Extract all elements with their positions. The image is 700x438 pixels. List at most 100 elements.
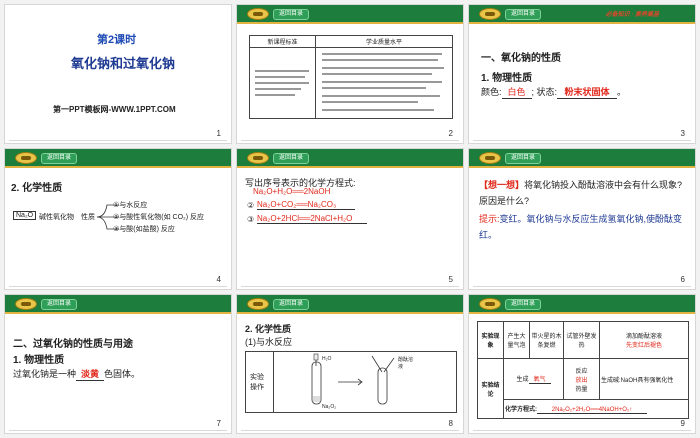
table-cell bbox=[249, 47, 316, 119]
back-to-contents-button[interactable]: 返回目录 bbox=[505, 153, 541, 164]
slide-number: 7 bbox=[216, 419, 221, 428]
slide-number: 1 bbox=[216, 129, 221, 138]
section-tag: 必备知识 · 素养奠基 bbox=[605, 12, 659, 18]
experiment-box: 实验操作 H₂O Na₂O₂ 酚酞溶液 bbox=[245, 351, 457, 413]
row-label: 实验结论 bbox=[477, 358, 504, 419]
back-to-contents-button[interactable]: 返回目录 bbox=[41, 299, 77, 310]
sodium-peroxide-label: Na₂O₂ bbox=[322, 404, 337, 410]
question-block: 【想一想】将氧化钠投入酚酞溶液中会有什么现象?原因是什么? bbox=[479, 177, 689, 209]
footer-line bbox=[473, 286, 691, 287]
equation-3: Na₂O+2HCl══2NaCl+H₂O bbox=[257, 214, 367, 224]
back-to-contents-button[interactable]: 返回目录 bbox=[273, 299, 309, 310]
slide-6[interactable]: 返回目录 【想一想】将氧化钠投入酚酞溶液中会有什么现象?原因是什么? 提示:变红… bbox=[468, 148, 696, 290]
header-bar: 返回目录 bbox=[237, 5, 463, 24]
slide-8[interactable]: 返回目录 2. 化学性质 (1)与水反应 实验操作 H₂O Na₂O₂ 酚酞溶液… bbox=[236, 294, 464, 434]
back-to-contents-button[interactable]: 返回目录 bbox=[505, 9, 541, 20]
row-label: 实验现象 bbox=[477, 320, 504, 360]
header-bar: 返回目录 bbox=[469, 149, 695, 168]
property-line: 颜色: 白色; 状态: 粉末状固体。 bbox=[481, 85, 626, 99]
logo-icon bbox=[247, 8, 269, 20]
section-heading: 二、过氧化钠的性质与用途 bbox=[13, 339, 133, 350]
property-line: 过氧化钠是一种 淡黄 色固体。 bbox=[13, 367, 140, 381]
observation-answer: 先变红后褪色 bbox=[625, 343, 662, 350]
subsection-heading: 1. 物理性质 bbox=[481, 73, 533, 84]
hint-tag: 提示: bbox=[479, 214, 500, 224]
header-bar: 返回目录 bbox=[5, 295, 231, 314]
slide-9[interactable]: 返回目录 实验现象 产生大量气泡 带火星的木条复燃 试管外壁发热 滴加酚酞溶液 … bbox=[468, 294, 696, 434]
back-to-contents-button[interactable]: 返回目录 bbox=[273, 9, 309, 20]
header-bar: 返回目录 bbox=[237, 149, 463, 168]
reaction-heading: (1)与水反应 bbox=[245, 337, 292, 347]
conclusion-cell: 生成碱:NaOH具有强氧化性 bbox=[599, 358, 689, 401]
property-label: 性质 bbox=[81, 214, 95, 221]
conclusion-cell: 反应 放出 热量 bbox=[563, 358, 600, 401]
watermark-text: 第一PPT模板网-WWW.1PPT.COM bbox=[53, 105, 176, 114]
lesson-title: 第2课时 bbox=[97, 34, 137, 46]
back-to-contents-button[interactable]: 返回目录 bbox=[41, 153, 77, 164]
slide-number: 9 bbox=[680, 419, 685, 428]
slide-7[interactable]: 返回目录 二、过氧化钠的性质与用途 1. 物理性质 过氧化钠是一种 淡黄 色固体。 … bbox=[4, 294, 232, 434]
conclusion-text: 反应 bbox=[575, 368, 588, 375]
equation-2: Na₂O+CO₂══Na₂CO₃ bbox=[257, 200, 355, 210]
standards-table: 新课程标准 学业质量水平 bbox=[249, 35, 453, 119]
slide-number: 6 bbox=[680, 275, 685, 284]
results-table: 实验现象 产生大量气泡 带火星的木条复燃 试管外壁发热 滴加酚酞溶液 先变红后褪… bbox=[477, 320, 689, 419]
slide-thumbnail-grid: 第2课时 氧化钠和过氧化钠 第一PPT模板网-WWW.1PPT.COM 1 返回… bbox=[0, 0, 700, 438]
footer-line bbox=[9, 140, 227, 141]
header-bar: 返回目录 bbox=[5, 149, 231, 168]
observation-cell: 带火星的木条复燃 bbox=[529, 320, 564, 360]
water-label: H₂O bbox=[322, 356, 332, 362]
branch-acidic-oxide: ②与酸性氧化物(如 CO₂) 反应 bbox=[113, 214, 205, 221]
class-label: 碱性氧化物 bbox=[39, 214, 74, 221]
table-cell bbox=[315, 47, 453, 119]
header-bar: 返回目录 bbox=[237, 295, 463, 314]
equation-label: 化学方程式: bbox=[505, 407, 537, 414]
color-answer: 淡黄 bbox=[76, 367, 105, 381]
observation-cell: 滴加酚酞溶液 先变红后褪色 bbox=[599, 320, 689, 360]
logo-icon bbox=[247, 298, 269, 310]
footer-line bbox=[241, 140, 459, 141]
section-heading: 一、氧化钠的性质 bbox=[481, 53, 561, 64]
conclusion-answer: 放出 bbox=[575, 377, 588, 384]
period: 。 bbox=[617, 87, 627, 97]
subsection-heading: 2. 化学性质 bbox=[11, 183, 63, 194]
slide-3[interactable]: 返回目录 必备知识 · 素养奠基 一、氧化钠的性质 1. 物理性质 颜色: 白色;… bbox=[468, 4, 696, 144]
sentence-start: 过氧化钠是一种 bbox=[13, 369, 77, 379]
logo-icon bbox=[479, 152, 501, 164]
slide-title: 氧化钠和过氧化钠 bbox=[71, 56, 176, 71]
phenolphthalein-label: 酚酞溶液 bbox=[398, 357, 414, 370]
back-to-contents-button[interactable]: 返回目录 bbox=[505, 299, 541, 310]
footer-line bbox=[473, 430, 691, 431]
state-answer: 粉末状固体 bbox=[557, 85, 618, 99]
branch-acid: ③与酸(如盐酸) 反应 bbox=[113, 226, 175, 233]
header-bar: 返回目录 必备知识 · 素养奠基 bbox=[469, 5, 695, 24]
slide-5[interactable]: 返回目录 写出序号表示的化学方程式: Na₂O+H₂O══2NaOH ② Na₂… bbox=[236, 148, 464, 290]
slide-1[interactable]: 第2课时 氧化钠和过氧化钠 第一PPT模板网-WWW.1PPT.COM 1 bbox=[4, 4, 232, 144]
subsection-heading: 2. 化学性质 bbox=[245, 324, 292, 334]
color-answer: 白色 bbox=[501, 85, 532, 99]
footer-line bbox=[9, 430, 227, 431]
conclusion-cell: 生成 氧气 bbox=[503, 358, 564, 401]
slide-2[interactable]: 返回目录 新课程标准 学业质量水平 2 bbox=[236, 4, 464, 144]
back-to-contents-button[interactable]: 返回目录 bbox=[273, 153, 309, 164]
answer-text: 变红。氧化钠与水反应生成氢氧化钠,使酚酞变红。 bbox=[479, 214, 683, 240]
logo-icon bbox=[247, 152, 269, 164]
slide-number: 3 bbox=[680, 129, 685, 138]
slide-4[interactable]: 返回目录 2. 化学性质 Na₂O 碱性氧化物 性质 ①与水反应 ②与酸性氧化物… bbox=[4, 148, 232, 290]
branch-water: ①与水反应 bbox=[113, 202, 148, 209]
row-label: 实验操作 bbox=[250, 374, 264, 391]
sentence-end: 色固体。 bbox=[104, 369, 141, 379]
conclusion-text: 生成 bbox=[516, 377, 529, 384]
apparatus-image bbox=[311, 353, 395, 405]
observation-cell: 产生大量气泡 bbox=[503, 320, 530, 360]
logo-icon bbox=[15, 152, 37, 164]
logo-icon bbox=[15, 298, 37, 310]
equation-cell: 化学方程式: 2Na₂O₂+2H₂O══4NaOH+O₂↑ bbox=[503, 399, 689, 419]
slide-number: 5 bbox=[448, 275, 453, 284]
header-bar: 返回目录 bbox=[469, 295, 695, 314]
footer-line bbox=[241, 286, 459, 287]
slide-number: 2 bbox=[448, 129, 453, 138]
logo-icon bbox=[479, 8, 501, 20]
equation-2-label: ② bbox=[247, 201, 255, 210]
table-header-cell: 学业质量水平 bbox=[315, 35, 453, 48]
